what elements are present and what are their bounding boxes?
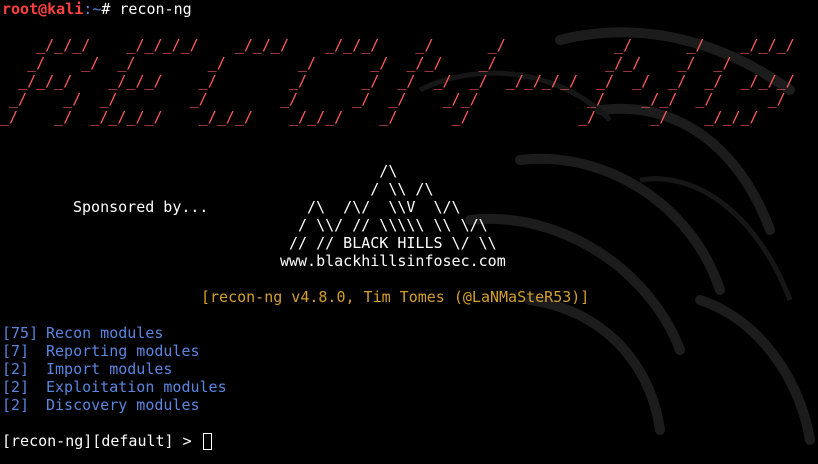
version-line: [recon-ng v4.8.0, Tim Tomes (@LaNMaSteR5…	[201, 288, 590, 306]
sponsor-art-line-2: / \\ /\	[0, 180, 434, 198]
module-label: Import modules	[46, 360, 173, 378]
shell-prompt: [recon-ng][default] >	[2, 432, 192, 450]
banner-line-5: _/ _/ _/_/_/_/ _/_/_/ _/_/_/ _/ _/ _/ _/…	[0, 108, 795, 126]
module-row: [2] Import modules	[2, 360, 172, 378]
command-line: root@kali:~# recon-ng	[2, 0, 192, 18]
sponsor-art-line-3: /\ /\/ \\V \/\	[0, 198, 461, 216]
module-label: Discovery modules	[46, 396, 200, 414]
banner-line-1: _/_/_/ _/_/_/_/ _/_/_/ _/_/_/ _/ _/ _/ _…	[0, 36, 795, 54]
module-label: Reporting modules	[46, 342, 200, 360]
sponsor-url: www.blackhillsinfosec.com	[0, 252, 506, 270]
text-cursor[interactable]	[202, 433, 212, 450]
module-count: [2]	[2, 360, 30, 378]
shell-prompt-line[interactable]: [recon-ng][default] >	[2, 432, 212, 450]
sponsor-art-line-4: / \\/ // \\\\\ \\ \/\	[0, 216, 488, 234]
sponsor-art-line-1: /\	[0, 162, 398, 180]
banner-line-2: _/ _/ _/ _/ _/ _/ _/_/ _/ _/_/ _/ _/	[0, 54, 795, 72]
module-label: Recon modules	[46, 324, 164, 342]
module-count: [75]	[2, 324, 39, 342]
module-count: [2]	[2, 378, 30, 396]
sponsor-art-line-5: // // BLACK HILLS \/ \\	[0, 234, 497, 252]
module-count: [2]	[2, 396, 30, 414]
module-row: [7] Reporting modules	[2, 342, 200, 360]
prompt-symbol: #	[101, 0, 111, 18]
prompt-path: :~	[83, 0, 102, 18]
module-count: [7]	[2, 342, 30, 360]
banner-line-3: _/_/_/ _/_/_/ _/ _/ _/ _/ _/ _/ _/_/_/_/…	[0, 72, 795, 90]
banner-line-4: _/ _/ _/ _/ _/ _/ _/ _/_/ _/ _/_/ _/ _/	[0, 90, 795, 108]
sponsor-label: Sponsored by...	[73, 198, 209, 216]
terminal-window[interactable]: root@kali:~# recon-ng _/_/_/ _/_/_/_/ _/…	[0, 0, 818, 464]
prompt-user-host: root@kali	[2, 0, 84, 18]
module-row: [75] Recon modules	[2, 324, 163, 342]
module-label: Exploitation modules	[46, 378, 227, 396]
command-text: recon-ng	[119, 0, 192, 18]
module-row: [2] Exploitation modules	[2, 378, 227, 396]
module-row: [2] Discovery modules	[2, 396, 200, 414]
